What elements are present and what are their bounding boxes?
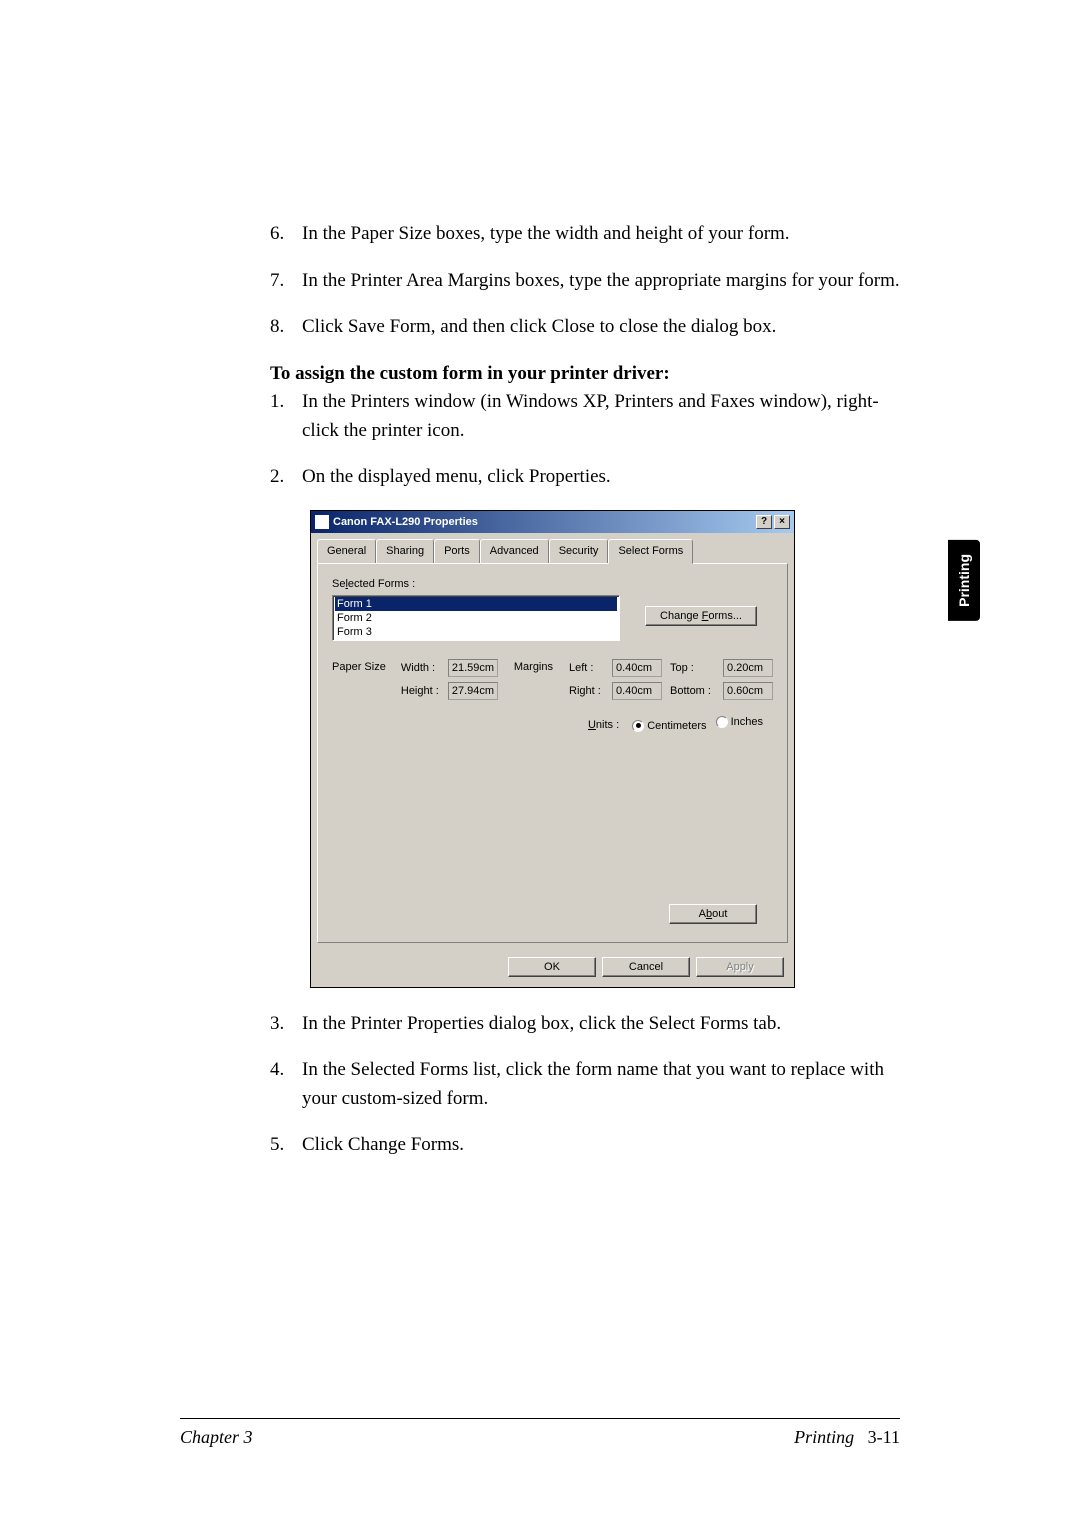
height-label: Height : — [401, 683, 443, 700]
step-text: In the Printer Area Margins boxes, type … — [302, 267, 900, 296]
step-num: 7. — [270, 267, 302, 296]
list-item[interactable]: Form 3 — [335, 625, 617, 639]
step-num: 1. — [270, 388, 302, 445]
right-value: 0.40cm — [612, 682, 662, 700]
step-num: 8. — [270, 313, 302, 342]
cancel-button[interactable]: Cancel — [602, 957, 690, 977]
forms-list[interactable]: Form 1 Form 2 Form 3 — [332, 595, 620, 641]
radio-icon — [716, 716, 728, 728]
tab-panel: Selected Forms : Form 1 Form 2 Form 3 Ch… — [317, 563, 788, 943]
units-label: Units : — [588, 719, 619, 731]
selected-forms-label: Selected Forms : — [332, 576, 773, 593]
step-num: 6. — [270, 220, 302, 249]
top-value: 0.20cm — [723, 659, 773, 677]
step-num: 2. — [270, 463, 302, 492]
bottom-value: 0.60cm — [723, 682, 773, 700]
radio-centimeters[interactable]: Centimeters — [632, 718, 706, 735]
page-footer: Chapter 3 Printing 3-11 — [180, 1418, 900, 1448]
apply-button[interactable]: Apply — [696, 957, 784, 977]
step-8: 8. Click Save Form, and then click Close… — [270, 313, 900, 342]
footer-page: 3-11 — [868, 1427, 900, 1447]
step-5: 5. Click Change Forms. — [270, 1131, 900, 1160]
bottom-label: Bottom : — [670, 683, 718, 700]
tab-ports[interactable]: Ports — [434, 539, 480, 563]
footer-section: Printing — [794, 1427, 854, 1447]
dialog-screenshot: Canon FAX-L290 Properties ? × General Sh… — [310, 510, 900, 988]
left-label: Left : — [569, 660, 607, 677]
width-value: 21.59cm — [448, 659, 498, 677]
step-text: In the Paper Size boxes, type the width … — [302, 220, 900, 249]
step-1: 1. In the Printers window (in Windows XP… — [270, 388, 900, 445]
step-num: 3. — [270, 1010, 302, 1039]
list-item[interactable]: Form 1 — [335, 597, 617, 611]
step-3: 3. In the Printer Properties dialog box,… — [270, 1010, 900, 1039]
radio-label: Inches — [731, 714, 763, 731]
about-button[interactable]: About — [669, 904, 757, 924]
section-heading: To assign the custom form in your printe… — [270, 360, 900, 389]
dimensions-row: Paper Size Width : 21.59cm Height : 27.9… — [332, 659, 773, 700]
left-value: 0.40cm — [612, 659, 662, 677]
properties-dialog: Canon FAX-L290 Properties ? × General Sh… — [310, 510, 795, 988]
help-button[interactable]: ? — [756, 515, 772, 529]
step-text: In the Selected Forms list, click the fo… — [302, 1056, 900, 1113]
paper-size-label: Paper Size — [332, 659, 393, 700]
step-text: On the displayed menu, click Properties. — [302, 463, 900, 492]
step-7: 7. In the Printer Area Margins boxes, ty… — [270, 267, 900, 296]
step-text: Click Change Forms. — [302, 1131, 900, 1160]
titlebar: Canon FAX-L290 Properties ? × — [311, 511, 794, 534]
tabs-row: General Sharing Ports Advanced Security … — [311, 533, 794, 563]
right-label: Right : — [569, 683, 607, 700]
tab-advanced[interactable]: Advanced — [480, 539, 549, 563]
radio-inches[interactable]: Inches — [716, 714, 763, 731]
step-text: Click Save Form, and then click Close to… — [302, 313, 900, 342]
tab-general[interactable]: General — [317, 539, 376, 563]
radio-label: Centimeters — [647, 718, 706, 735]
tab-sharing[interactable]: Sharing — [376, 539, 434, 563]
app-icon — [315, 515, 329, 529]
step-4: 4. In the Selected Forms list, click the… — [270, 1056, 900, 1113]
footer-chapter: Chapter 3 — [180, 1427, 253, 1448]
step-num: 5. — [270, 1131, 302, 1160]
units-row: Units : Centimeters Inches — [332, 714, 773, 734]
step-6: 6. In the Paper Size boxes, type the wid… — [270, 220, 900, 249]
top-label: Top : — [670, 660, 718, 677]
step-2: 2. On the displayed menu, click Properti… — [270, 463, 900, 492]
step-num: 4. — [270, 1056, 302, 1113]
side-tab-printing: Printing — [948, 540, 980, 621]
ok-button[interactable]: OK — [508, 957, 596, 977]
step-text: In the Printer Properties dialog box, cl… — [302, 1010, 900, 1039]
tab-security[interactable]: Security — [549, 539, 609, 563]
radio-icon — [632, 720, 644, 732]
close-button[interactable]: × — [774, 515, 790, 529]
step-text: In the Printers window (in Windows XP, P… — [302, 388, 900, 445]
change-forms-button[interactable]: Change Forms... — [645, 606, 757, 626]
width-label: Width : — [401, 660, 443, 677]
dialog-footer: OK Cancel Apply — [311, 949, 794, 987]
tab-select-forms[interactable]: Select Forms — [608, 539, 693, 564]
dialog-title: Canon FAX-L290 Properties — [333, 514, 756, 531]
height-value: 27.94cm — [448, 682, 498, 700]
margins-label: Margins — [514, 659, 561, 700]
list-item[interactable]: Form 2 — [335, 611, 617, 625]
footer-right: Printing 3-11 — [794, 1427, 900, 1448]
